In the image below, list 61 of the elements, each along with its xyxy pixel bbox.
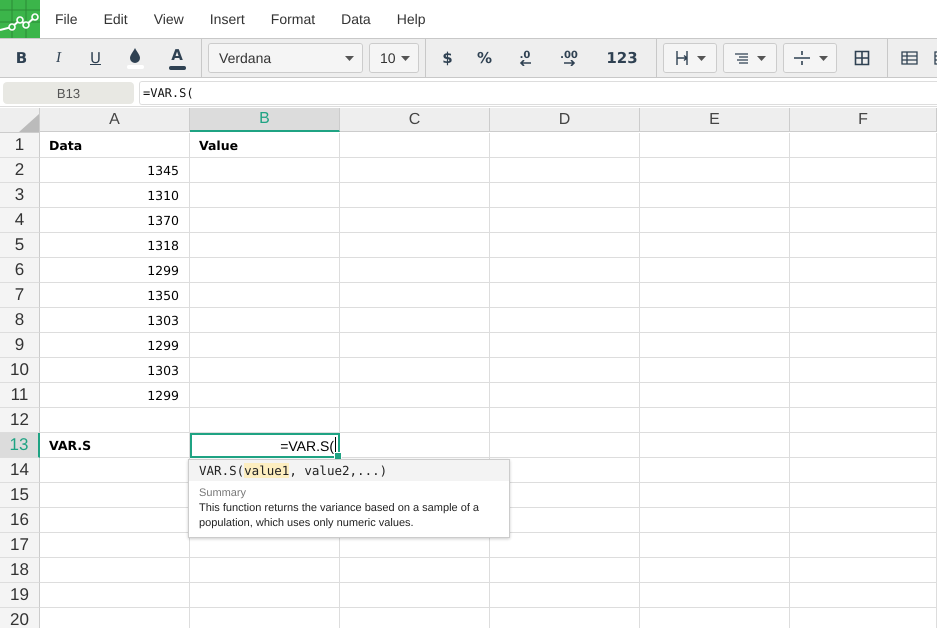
table-cell[interactable]: Value <box>190 133 340 158</box>
active-cell[interactable]: =VAR.S( <box>190 433 340 458</box>
table-cell[interactable]: 1299 <box>40 333 190 358</box>
row-header[interactable]: 2 <box>0 158 40 183</box>
row-header[interactable]: 8 <box>0 308 40 333</box>
row-header[interactable]: 19 <box>0 583 40 608</box>
formula-input[interactable]: =VAR.S( <box>139 81 937 105</box>
menu-item[interactable]: Format <box>258 11 328 27</box>
font-select[interactable]: Verdana <box>208 43 363 73</box>
row-header[interactable]: 17 <box>0 533 40 558</box>
text-color-button[interactable]: A <box>157 42 197 74</box>
row-header[interactable]: 4 <box>0 208 40 233</box>
italic-button[interactable]: I <box>41 43 76 73</box>
hint-description: This function returns the variance based on a sample of a population, which uses only numeric values. <box>199 501 480 531</box>
menu-item[interactable]: Insert <box>196 11 258 27</box>
table-cell[interactable]: 1350 <box>40 283 190 308</box>
menu-item[interactable]: File <box>42 11 91 27</box>
number-format-button[interactable]: 123 <box>592 43 652 73</box>
column-header[interactable]: E <box>640 108 790 132</box>
row-header[interactable]: 10 <box>0 358 40 383</box>
row-header[interactable]: 16 <box>0 508 40 533</box>
function-signature: VAR.S(value1, value2,...) <box>189 460 509 481</box>
row-header[interactable]: 3 <box>0 183 40 208</box>
table-cell[interactable]: 1318 <box>40 233 190 258</box>
row-header[interactable]: 1 <box>0 133 40 158</box>
bold-button[interactable]: B <box>4 43 39 73</box>
table-cell[interactable]: 1299 <box>40 258 190 283</box>
font-size-select[interactable]: 10 <box>369 43 419 73</box>
row-header[interactable]: 18 <box>0 558 40 583</box>
percent-button[interactable]: % <box>467 43 502 73</box>
menu-item[interactable]: Help <box>384 11 439 27</box>
table-cell[interactable]: 1303 <box>40 308 190 333</box>
table-cell[interactable]: VAR.S <box>40 433 190 458</box>
decrease-decimals-button[interactable]: .0 <box>504 43 546 73</box>
table-cell[interactable]: 1345 <box>40 158 190 183</box>
underline-button[interactable]: U <box>78 43 113 73</box>
row-header[interactable]: 15 <box>0 483 40 508</box>
table-cell[interactable]: 1303 <box>40 358 190 383</box>
cell-reference[interactable]: B13 <box>3 82 134 104</box>
menu-item[interactable]: Data <box>328 11 384 27</box>
row-header[interactable]: 11 <box>0 383 40 408</box>
column-header[interactable]: D <box>490 108 640 132</box>
increase-decimals-button[interactable]: .00 <box>548 43 590 73</box>
column-header[interactable]: F <box>790 108 937 132</box>
row-header[interactable]: 20 <box>0 608 40 628</box>
hint-section-title: Summary <box>199 487 248 499</box>
row-header[interactable]: 14 <box>0 458 40 483</box>
currency-button[interactable]: $ <box>430 43 465 73</box>
menu-item[interactable]: Edit <box>90 11 141 27</box>
row-header[interactable]: 5 <box>0 233 40 258</box>
row-header[interactable]: 7 <box>0 283 40 308</box>
row-header[interactable]: 6 <box>0 258 40 283</box>
table-cell[interactable]: Data <box>40 133 190 158</box>
row-header[interactable]: 9 <box>0 333 40 358</box>
row-header[interactable]: 12 <box>0 408 40 433</box>
table-cell[interactable]: 1370 <box>40 208 190 233</box>
menu-item[interactable]: View <box>140 11 197 27</box>
column-header[interactable]: C <box>340 108 490 132</box>
table-cell[interactable]: 1310 <box>40 183 190 208</box>
table-cell[interactable]: 1299 <box>40 383 190 408</box>
column-header[interactable]: A <box>40 108 190 132</box>
